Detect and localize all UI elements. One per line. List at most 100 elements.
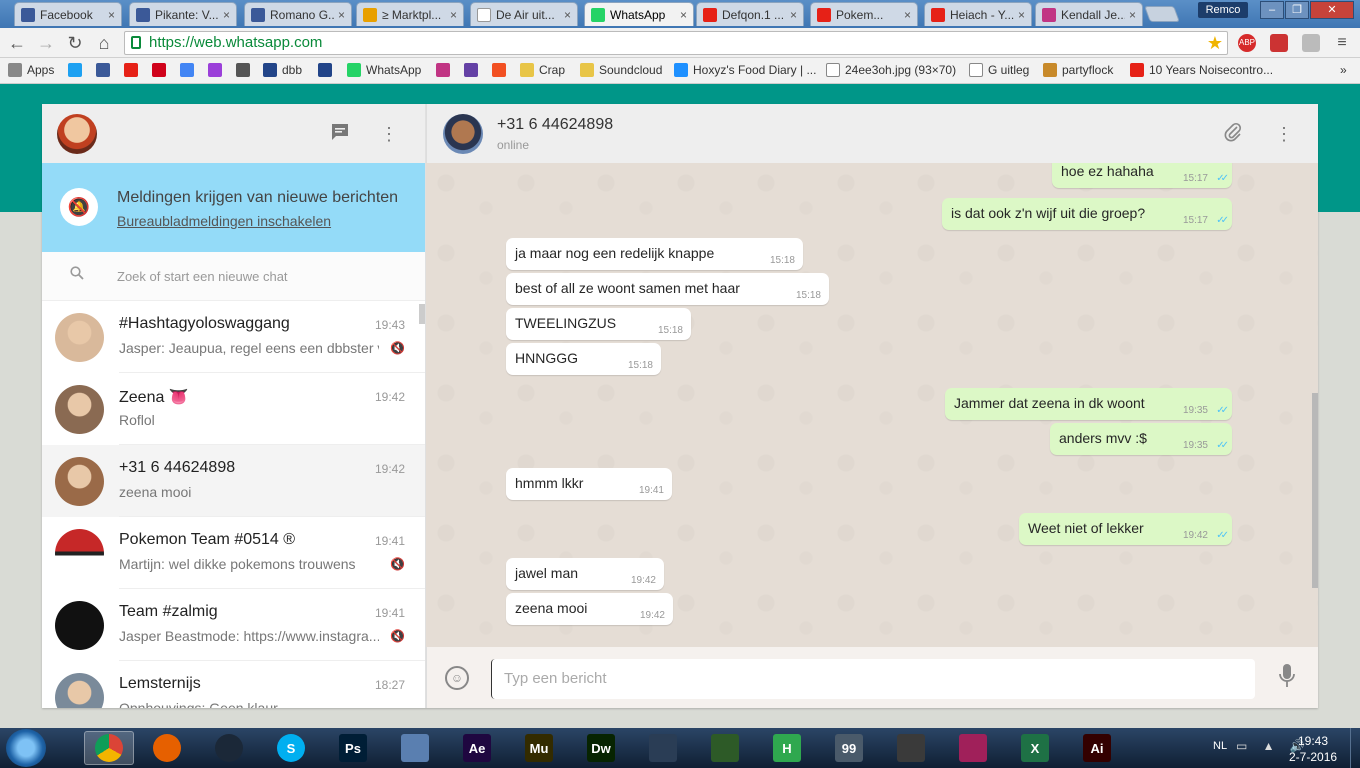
- bookmark-item[interactable]: [96, 63, 115, 77]
- bookmark-item[interactable]: [436, 63, 455, 77]
- show-desktop-button[interactable]: [1350, 728, 1360, 768]
- start-button[interactable]: [6, 729, 46, 767]
- clock-date[interactable]: 2-7-2016: [1289, 750, 1337, 764]
- browser-tab[interactable]: ≥ Marktpl... ×: [356, 2, 464, 26]
- bookmark-item[interactable]: 24ee3oh.jpg (93×70): [826, 63, 956, 77]
- incoming-message[interactable]: hmmm lkkr 19:41: [506, 468, 672, 500]
- my-avatar[interactable]: [57, 114, 97, 154]
- bookmark-item[interactable]: [236, 63, 255, 77]
- back-icon[interactable]: ←: [6, 32, 28, 54]
- language-indicator[interactable]: NL: [1213, 740, 1227, 752]
- browser-tab[interactable]: Pikante: V... ×: [129, 2, 237, 26]
- tab-close-icon[interactable]: ×: [1129, 8, 1136, 22]
- incoming-message[interactable]: TWEELINGZUS 15:18: [506, 308, 691, 340]
- muse-taskbar-icon[interactable]: Mu: [518, 731, 560, 765]
- outgoing-message[interactable]: hoe ez hahaha 15:17 ✓✓: [1052, 163, 1232, 188]
- home-icon[interactable]: ⌂: [93, 32, 115, 54]
- video-editor-taskbar-icon[interactable]: [642, 731, 684, 765]
- bookmark-item[interactable]: [180, 63, 199, 77]
- reload-icon[interactable]: ↻: [64, 32, 86, 54]
- tab-close-icon[interactable]: ×: [338, 8, 345, 22]
- tab-close-icon[interactable]: ×: [1018, 8, 1025, 22]
- browser-tab[interactable]: Kendall Je... ×: [1035, 2, 1143, 26]
- bookmark-item[interactable]: [152, 63, 171, 77]
- incoming-message[interactable]: best of all ze woont samen met haar 15:18: [506, 273, 829, 305]
- adblock-icon[interactable]: ABP: [1238, 34, 1256, 52]
- chat-list-item[interactable]: Zeena 👅 19:42 Roflol: [42, 373, 425, 445]
- maximize-button[interactable]: ❐: [1285, 1, 1309, 19]
- chat-list-item[interactable]: Team #zalmig 19:41 Jasper Beastmode: https…: [42, 589, 425, 661]
- tab-close-icon[interactable]: ×: [223, 8, 230, 22]
- close-window-button[interactable]: ✕: [1310, 1, 1354, 19]
- after-effects-taskbar-icon[interactable]: Ae: [456, 731, 498, 765]
- message-scrollbar[interactable]: [1312, 393, 1318, 588]
- fl-studio-taskbar-icon[interactable]: [704, 731, 746, 765]
- contact-avatar[interactable]: [443, 114, 483, 154]
- bookmark-item[interactable]: [464, 63, 483, 77]
- incoming-message[interactable]: HNNGGG 15:18: [506, 343, 661, 375]
- bookmarks-overflow-icon[interactable]: »: [1340, 63, 1347, 77]
- extension-icon[interactable]: [1302, 34, 1320, 52]
- photoshop-taskbar-icon[interactable]: Ps: [332, 731, 374, 765]
- outgoing-message[interactable]: Weet niet of lekker 19:42 ✓✓: [1019, 513, 1232, 545]
- emoji-icon[interactable]: ☺: [445, 666, 469, 690]
- tab-close-icon[interactable]: ×: [450, 8, 457, 22]
- bookmark-item[interactable]: Hoxyz's Food Diary | ...: [674, 63, 816, 77]
- illustrator-taskbar-icon[interactable]: Ai: [1076, 731, 1118, 765]
- skype-taskbar-icon[interactable]: S: [270, 731, 312, 765]
- address-bar[interactable]: https://web.whatsapp.com ★: [124, 31, 1228, 55]
- incoming-message[interactable]: ja maar nog een redelijk knappe 15:18: [506, 238, 803, 270]
- outgoing-message[interactable]: Jammer dat zeena in dk woont 19:35 ✓✓: [945, 388, 1232, 420]
- chat-list-item[interactable]: Pokemon Team #0514 ® 19:41 Martijn: wel di…: [42, 517, 425, 589]
- bookmark-item[interactable]: [208, 63, 227, 77]
- bookmark-item[interactable]: [124, 63, 143, 77]
- message-input[interactable]: Typ een bericht: [491, 659, 1255, 699]
- more-vertical-icon[interactable]: ⋮: [1272, 122, 1296, 146]
- minimize-button[interactable]: –: [1260, 1, 1284, 19]
- chat-list-item[interactable]: +31 6 44624898 19:42 zeena mooi: [42, 445, 425, 517]
- chat-icon[interactable]: [328, 122, 352, 146]
- incoming-message[interactable]: zeena mooi 19:42: [506, 593, 673, 625]
- forward-icon[interactable]: →: [35, 32, 57, 54]
- conversation-header[interactable]: +31 6 44624898 online ⋮: [426, 104, 1318, 163]
- bookmark-item[interactable]: Soundcloud: [580, 63, 662, 77]
- bookmark-item[interactable]: G uitleg: [969, 63, 1029, 77]
- bookmark-item[interactable]: [318, 63, 337, 77]
- browser-tab[interactable]: Facebook ×: [14, 2, 122, 26]
- dreamweaver-taskbar-icon[interactable]: Dw: [580, 731, 622, 765]
- chat-list-item[interactable]: #Hashtagyoloswaggang 19:43 Jasper: Jeaupua…: [42, 301, 425, 373]
- bookmark-item[interactable]: Apps: [8, 63, 54, 77]
- browser-tab[interactable]: Heiach - Y... ×: [924, 2, 1032, 26]
- profile-badge[interactable]: Remco: [1198, 2, 1248, 18]
- steam-taskbar-icon[interactable]: [208, 731, 250, 765]
- bookmark-item[interactable]: [492, 63, 511, 77]
- chat-list-item[interactable]: Lemsternijs 18:27 Opnhouvings: Geen klaur: [42, 661, 425, 708]
- game-app-taskbar-icon[interactable]: [952, 731, 994, 765]
- bookmark-item[interactable]: 10 Years Noisecontro...: [1130, 63, 1273, 77]
- keyboard-taskbar-icon[interactable]: [394, 731, 436, 765]
- bookmark-item[interactable]: [68, 63, 87, 77]
- clock-time[interactable]: 19:43: [1298, 734, 1328, 748]
- bookmark-item[interactable]: Crap: [520, 63, 565, 77]
- bookmark-item[interactable]: dbb: [263, 63, 302, 77]
- racing-app-taskbar-icon[interactable]: [890, 731, 932, 765]
- 99-app-taskbar-icon[interactable]: 99: [828, 731, 870, 765]
- outgoing-message[interactable]: is dat ook z'n wijf uit die groep? 15:17 ✓…: [942, 198, 1232, 230]
- message-list[interactable]: hoe ez hahaha 15:17 ✓✓ is dat ook z'n wijf …: [426, 163, 1318, 647]
- chrome-taskbar-icon[interactable]: [84, 731, 134, 765]
- bookmark-item[interactable]: partyflock: [1043, 63, 1113, 77]
- more-vertical-icon[interactable]: ⋮: [377, 122, 401, 146]
- bookmark-item[interactable]: WhatsApp: [347, 63, 421, 77]
- h-app-taskbar-icon[interactable]: H: [766, 731, 808, 765]
- tab-close-icon[interactable]: ×: [680, 8, 687, 22]
- incoming-message[interactable]: jawel man 19:42: [506, 558, 664, 590]
- enable-notifications-link[interactable]: Bureaubladmeldingen inschakelen: [117, 213, 331, 229]
- menu-icon[interactable]: ≡: [1333, 34, 1351, 52]
- search-input[interactable]: Zoek of start een nieuwe chat: [117, 269, 288, 284]
- sidebar-scrollbar[interactable]: [419, 304, 425, 324]
- tab-close-icon[interactable]: ×: [790, 8, 797, 22]
- notification-banner[interactable]: 🔕 Meldingen krijgen van nieuwe berichten…: [42, 163, 425, 252]
- tab-close-icon[interactable]: ×: [108, 8, 115, 22]
- firefox-taskbar-icon[interactable]: [146, 731, 188, 765]
- youtube-extension-icon[interactable]: [1270, 34, 1288, 52]
